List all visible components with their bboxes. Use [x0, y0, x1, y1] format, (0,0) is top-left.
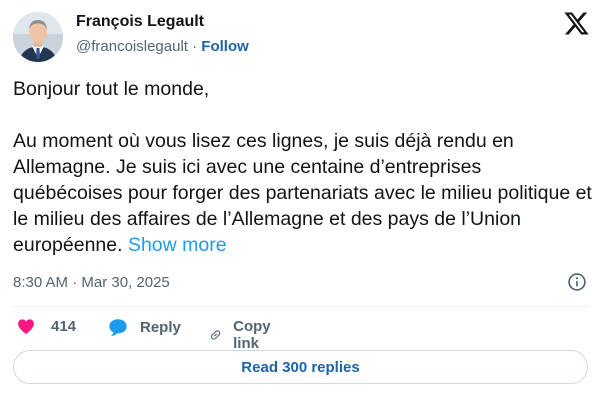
copy-link-button[interactable]: Copy link: [209, 318, 278, 352]
heart-icon: [18, 319, 34, 334]
post-body-paragraph: Au moment où vous lisez ces lignes, je s…: [13, 128, 595, 258]
author-name[interactable]: François Legault: [76, 13, 204, 31]
reply-label: Reply: [140, 319, 181, 336]
author-handle[interactable]: @francoislegault: [76, 38, 188, 55]
speech-bubble-icon: [109, 319, 127, 337]
post-text: Bonjour tout le monde, Au moment où vous…: [13, 76, 595, 258]
avatar[interactable]: [13, 12, 63, 62]
link-icon: [210, 330, 221, 340]
post-card: François Legault @francoislegault · Foll…: [0, 0, 600, 400]
post-timestamp[interactable]: 8:30 AM · Mar 30, 2025: [13, 274, 170, 291]
info-icon[interactable]: [567, 272, 587, 292]
follow-button[interactable]: Follow: [201, 38, 249, 55]
like-count: 414: [51, 318, 77, 335]
author-handle-row: @francoislegault · Follow: [76, 38, 249, 55]
show-more-link[interactable]: Show more: [128, 234, 227, 256]
handle-separator: ·: [192, 38, 198, 55]
like-button[interactable]: 414: [17, 318, 76, 335]
divider: [13, 306, 590, 307]
copy-link-label: Copy link: [233, 318, 271, 352]
post-body: Au moment où vous lisez ces lignes, je s…: [13, 130, 592, 256]
read-replies-button[interactable]: Read 300 replies: [13, 350, 588, 384]
avatar-image: [13, 12, 63, 62]
post-greeting: Bonjour tout le monde,: [13, 78, 210, 100]
x-logo-icon[interactable]: [563, 10, 590, 37]
reply-button[interactable]: Reply: [108, 318, 181, 337]
